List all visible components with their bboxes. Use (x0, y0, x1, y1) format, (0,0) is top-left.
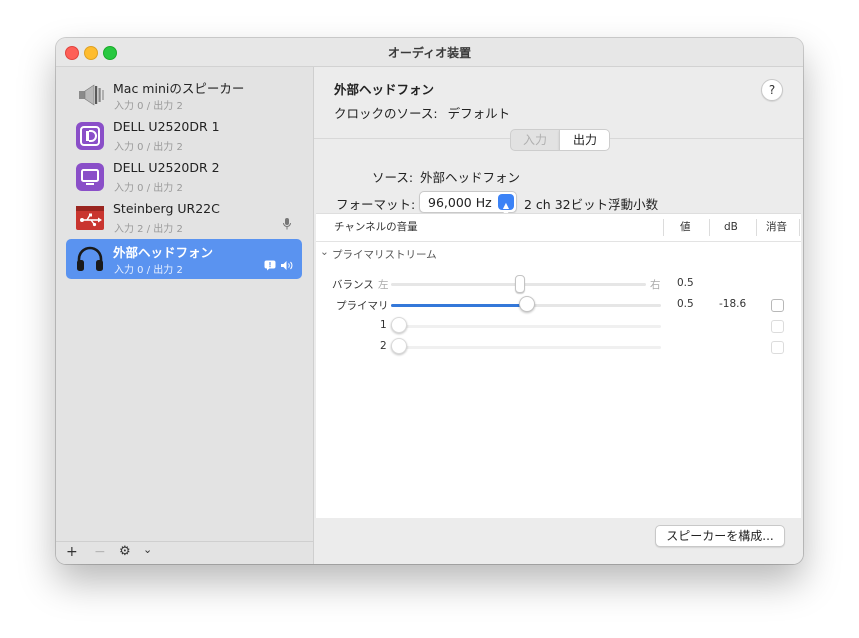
format-description: 2 ch 32ビット浮動小数 (524, 197, 659, 212)
primary-mute-checkbox[interactable] (771, 299, 784, 312)
device-name: Mac miniのスピーカー (113, 81, 245, 96)
tab-input[interactable]: 入力 (511, 130, 559, 150)
channel-2-label: 2 (380, 340, 387, 352)
column-separator (663, 219, 664, 236)
device-name: DELL U2520DR 1 (113, 119, 220, 134)
device-detail-pane: 外部ヘッドフォン クロックのソース: デフォルト ? 入力 出力 ソース: 外部… (314, 67, 803, 564)
device-dell-2[interactable]: DELL U2520DR 2 入力 0 / 出力 2 (66, 157, 302, 197)
column-separator (799, 219, 800, 236)
channel-1-track (391, 325, 661, 328)
format-select[interactable]: 96,000 Hz ▲▼ (419, 191, 517, 218)
device-dell-1[interactable]: DELL U2520DR 1 入力 0 / 出力 2 (66, 116, 302, 156)
device-io: 入力 0 / 出力 2 (114, 265, 183, 276)
usb-icon (76, 206, 104, 230)
device-name: 外部ヘッドフォン (113, 245, 214, 260)
help-button[interactable]: ? (761, 79, 783, 101)
primary-db: -18.6 (719, 298, 747, 310)
configure-speakers-button[interactable]: スピーカーを構成... (655, 525, 785, 547)
channel-2-track (391, 346, 661, 349)
tab-output[interactable]: 出力 (559, 130, 609, 150)
channel-1-slider[interactable] (391, 317, 407, 333)
source-value: 外部ヘッドフォン (420, 170, 521, 185)
balance-left-label: 左 (378, 279, 389, 291)
column-header-db: dB (724, 214, 738, 242)
clock-source-value: デフォルト (447, 106, 511, 121)
header-divider (316, 241, 801, 242)
chevron-down-icon[interactable]: ⌄ (143, 543, 152, 556)
channel-1-label: 1 (380, 319, 387, 331)
chevron-updown-icon: ▲▼ (498, 194, 514, 218)
alert-bubble-icon (264, 260, 276, 271)
speaker-icon (79, 84, 104, 106)
display-icon (76, 163, 104, 191)
device-io: 入力 0 / 出力 2 (114, 183, 183, 194)
source-label: ソース: (372, 170, 414, 185)
device-title: 外部ヘッドフォン (334, 82, 435, 97)
device-mac-mini-speakers[interactable]: Mac miniのスピーカー 入力 0 / 出力 2 (66, 75, 302, 115)
gear-icon[interactable]: ⚙ (119, 544, 131, 559)
column-header-channel: チャンネルの音量 (334, 214, 418, 242)
title-bar: オーディオ装置 (56, 38, 803, 67)
device-sidebar: Mac miniのスピーカー 入力 0 / 出力 2 DELL U2520DR … (56, 67, 314, 564)
device-name: Steinberg UR22C (113, 201, 220, 216)
balance-value: 0.5 (677, 277, 694, 289)
channel-volume-table: チャンネルの音量 値 dB 消音 ⌄ プライマリストリーム バランス 左 右 0… (316, 213, 801, 518)
device-io: 入力 2 / 出力 2 (114, 224, 183, 235)
device-io: 入力 0 / 出力 2 (114, 142, 183, 153)
primary-value: 0.5 (677, 298, 694, 310)
device-name: DELL U2520DR 2 (113, 160, 220, 175)
speaker-volume-icon (281, 261, 293, 270)
primary-label: プライマリ (336, 300, 389, 312)
channel-1-mute-checkbox[interactable] (771, 320, 784, 333)
headphones-icon (77, 246, 103, 271)
balance-right-label: 右 (650, 279, 661, 291)
balance-label: バランス (332, 279, 374, 291)
format-label: フォーマット: (336, 197, 416, 212)
device-external-headphones[interactable]: 外部ヘッドフォン 入力 0 / 出力 2 (66, 239, 302, 279)
clock-source: クロックのソース: デフォルト (334, 103, 510, 122)
column-separator (756, 219, 757, 236)
window-title: オーディオ装置 (387, 46, 472, 60)
group-label-primary-stream: プライマリストリーム (332, 249, 437, 261)
displayport-icon (76, 122, 104, 150)
microphone-icon (283, 218, 291, 230)
audio-devices-window: オーディオ装置 Mac miniのスピーカー 入力 0 / 出力 2 DELL … (56, 38, 803, 564)
column-separator (709, 219, 710, 236)
clock-source-label: クロックのソース: (334, 106, 438, 121)
format-value: 96,000 Hz (428, 195, 492, 210)
primary-volume-slider[interactable] (519, 296, 535, 312)
input-output-segmented-control: 入力 出力 (510, 129, 610, 151)
device-steinberg-ur22c[interactable]: Steinberg UR22C 入力 2 / 出力 2 (66, 198, 302, 238)
add-device-button[interactable]: + (66, 544, 78, 560)
channel-2-slider[interactable] (391, 338, 407, 354)
chevron-down-icon[interactable]: ⌄ (320, 246, 329, 258)
column-header-value: 値 (680, 214, 691, 242)
remove-device-button[interactable]: − (94, 544, 106, 560)
device-io: 入力 0 / 出力 2 (114, 101, 183, 112)
column-header-mute: 消音 (766, 214, 787, 242)
sidebar-toolbar: + − ⚙ ⌄ (56, 541, 313, 564)
channel-2-mute-checkbox[interactable] (771, 341, 784, 354)
balance-slider[interactable] (514, 275, 525, 293)
primary-volume-fill (391, 304, 526, 307)
